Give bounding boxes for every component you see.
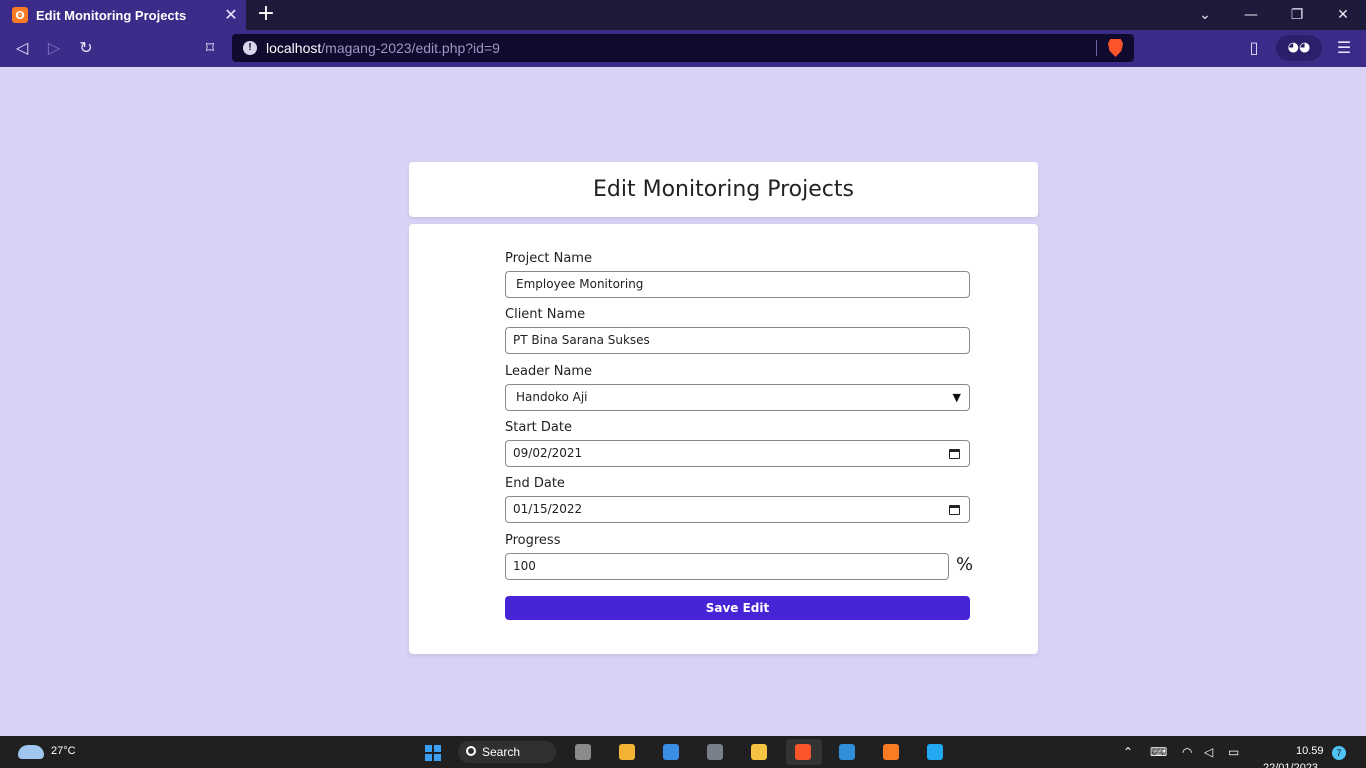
store-icon[interactable] bbox=[663, 744, 679, 760]
calendar-icon[interactable] bbox=[949, 449, 960, 459]
edit-project-form: Project Name Employee Monitoring Client … bbox=[409, 224, 1038, 654]
brave-browser-icon[interactable] bbox=[795, 744, 811, 760]
reload-icon[interactable]: ↻ bbox=[74, 37, 98, 59]
leader-name-label: Leader Name bbox=[505, 364, 593, 379]
address-bar[interactable]: ! localhost/magang-2023/edit.php?id=9 bbox=[232, 34, 1134, 62]
tab-title: Edit Monitoring Projects bbox=[36, 7, 187, 23]
search-label: Search bbox=[482, 745, 521, 759]
browser-toolbar: ◁ ▷ ↻ ⌑ ! localhost/magang-2023/edit.php… bbox=[0, 30, 1366, 67]
camera-icon[interactable] bbox=[707, 744, 723, 760]
end-date-label: End Date bbox=[505, 476, 565, 491]
reader-mode-icon[interactable]: ◕◕ bbox=[1276, 35, 1322, 61]
page-title: Edit Monitoring Projects bbox=[593, 177, 854, 202]
windows-start-icon[interactable] bbox=[425, 745, 441, 761]
chevron-down-icon: ▼ bbox=[952, 391, 961, 404]
forward-icon[interactable]: ▷ bbox=[42, 37, 66, 59]
xampp-icon: ʘ bbox=[12, 7, 28, 23]
widgets-icon[interactable] bbox=[619, 744, 635, 760]
taskbar-search[interactable]: Search bbox=[458, 741, 556, 763]
end-date-input[interactable]: 01/15/2022 bbox=[505, 496, 970, 523]
file-explorer-icon[interactable] bbox=[751, 744, 767, 760]
leader-name-value: Handoko Aji bbox=[516, 390, 588, 404]
weather-temperature[interactable]: 27°C bbox=[51, 745, 76, 757]
save-edit-button[interactable]: Save Edit bbox=[505, 596, 970, 620]
notification-badge[interactable]: 7 bbox=[1332, 746, 1346, 760]
volume-icon[interactable]: ◁ bbox=[1204, 744, 1213, 760]
url-divider bbox=[1096, 40, 1097, 56]
client-name-input[interactable]: PT Bina Sarana Sukses bbox=[505, 327, 970, 354]
project-name-label: Project Name bbox=[505, 251, 592, 266]
url-path: /magang-2023/edit.php?id=9 bbox=[321, 40, 500, 56]
browser-tab[interactable]: ʘ Edit Monitoring Projects ✕ bbox=[0, 0, 246, 30]
progress-input[interactable]: 100 bbox=[505, 553, 949, 580]
minimize-icon[interactable]: — bbox=[1228, 0, 1274, 30]
keyboard-icon[interactable]: ⌨ bbox=[1150, 744, 1167, 760]
new-tab-icon[interactable]: + bbox=[255, 3, 277, 25]
xampp-taskbar-icon[interactable] bbox=[883, 744, 899, 760]
vscode-icon[interactable] bbox=[927, 744, 943, 760]
wifi-icon[interactable]: ◠ bbox=[1182, 744, 1192, 760]
start-date-label: Start Date bbox=[505, 420, 572, 435]
brave-shields-icon[interactable] bbox=[1108, 39, 1123, 57]
cloud-icon[interactable] bbox=[18, 745, 44, 759]
sidebar-icon[interactable]: ▯ bbox=[1242, 37, 1266, 59]
percent-unit: % bbox=[956, 554, 974, 575]
notepad-icon[interactable] bbox=[839, 744, 855, 760]
clock-date[interactable]: 22/01/2023 bbox=[1263, 762, 1318, 768]
site-info-icon[interactable]: ! bbox=[243, 41, 257, 55]
bookmark-icon[interactable]: ⌑ bbox=[198, 37, 222, 59]
calendar-icon[interactable] bbox=[949, 505, 960, 515]
start-date-input[interactable]: 09/02/2021 bbox=[505, 440, 970, 467]
battery-icon[interactable]: ▭ bbox=[1228, 744, 1239, 760]
search-icon bbox=[466, 746, 476, 756]
restore-icon[interactable]: ❐ bbox=[1274, 0, 1320, 30]
progress-label: Progress bbox=[505, 533, 561, 548]
start-date-value: 09/02/2021 bbox=[513, 446, 583, 460]
close-window-icon[interactable]: ✕ bbox=[1320, 0, 1366, 30]
leader-name-select[interactable]: Handoko Aji ▼ bbox=[505, 384, 970, 411]
menu-icon[interactable]: ☰ bbox=[1332, 37, 1356, 59]
tab-search-chevron-icon[interactable]: ⌄ bbox=[1182, 0, 1228, 30]
task-view-icon[interactable] bbox=[575, 744, 591, 760]
back-icon[interactable]: ◁ bbox=[10, 37, 34, 59]
clock-time[interactable]: 10.59 bbox=[1296, 745, 1324, 757]
end-date-value: 01/15/2022 bbox=[513, 502, 583, 516]
taskbar: 27°C Search ⌃ ⌨ ◠ ◁ ▭ 10.59 22/01/2023 7 bbox=[0, 736, 1366, 768]
chevron-up-icon[interactable]: ⌃ bbox=[1123, 744, 1133, 760]
url-host: localhost bbox=[266, 40, 322, 56]
title-card: Edit Monitoring Projects bbox=[409, 162, 1038, 217]
project-name-input[interactable]: Employee Monitoring bbox=[505, 271, 970, 298]
client-name-label: Client Name bbox=[505, 307, 586, 322]
url-text: localhost/magang-2023/edit.php?id=9 bbox=[266, 40, 500, 56]
browser-tab-bar: ʘ Edit Monitoring Projects ✕ + ⌄ — ❐ ✕ bbox=[0, 0, 1366, 30]
close-tab-icon[interactable]: ✕ bbox=[222, 6, 240, 24]
